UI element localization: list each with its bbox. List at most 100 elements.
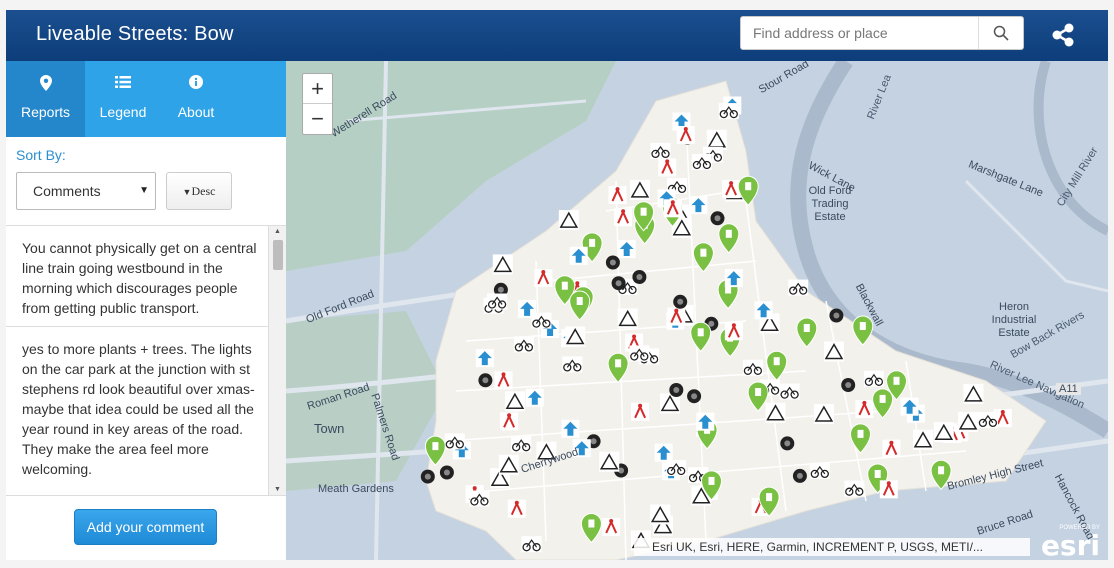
sort-select[interactable]: Comments ▼ <box>16 172 156 210</box>
report-marker[interactable] <box>913 429 933 450</box>
report-marker[interactable] <box>513 336 534 353</box>
report-marker[interactable] <box>669 383 684 397</box>
tab-legend[interactable]: Legend <box>85 61 161 137</box>
map-canvas[interactable] <box>286 61 1108 560</box>
report-marker[interactable] <box>420 469 435 484</box>
zoom-in-button[interactable]: + <box>303 74 332 104</box>
report-marker[interactable] <box>933 422 954 443</box>
map-view[interactable]: Wetherell Road Old Ford Road Roman Road … <box>286 61 1108 560</box>
scroll-down-icon[interactable]: ▼ <box>274 486 281 493</box>
report-marker[interactable] <box>511 436 532 453</box>
report-marker[interactable] <box>504 391 525 412</box>
report-marker[interactable] <box>666 460 687 476</box>
report-marker[interactable] <box>780 436 795 451</box>
report-marker[interactable] <box>691 154 712 170</box>
report-marker[interactable] <box>531 312 552 329</box>
search-input[interactable] <box>741 17 979 49</box>
list-icon <box>115 76 131 88</box>
tab-about[interactable]: About <box>161 61 231 137</box>
report-marker[interactable] <box>562 356 583 373</box>
report-marker[interactable] <box>492 254 513 275</box>
report-marker[interactable] <box>809 462 830 479</box>
report-marker[interactable] <box>617 308 638 329</box>
report-marker[interactable] <box>632 270 647 284</box>
report-marker[interactable] <box>687 389 702 404</box>
report-marker[interactable] <box>829 308 844 323</box>
zoom-out-button[interactable]: − <box>303 104 332 134</box>
report-marker[interactable] <box>525 388 544 407</box>
report-marker[interactable] <box>788 279 809 296</box>
report-marker[interactable] <box>742 359 763 376</box>
sort-order-label: Desc <box>191 184 216 198</box>
report-marker[interactable] <box>696 412 715 431</box>
report-marker[interactable] <box>765 402 786 423</box>
report-marker[interactable] <box>469 490 490 507</box>
report-marker[interactable] <box>882 439 901 458</box>
report-marker[interactable] <box>718 103 739 120</box>
report-marker[interactable] <box>977 411 998 428</box>
report-marker[interactable] <box>629 179 650 200</box>
report-marker[interactable] <box>439 465 454 480</box>
share-button[interactable] <box>1048 20 1078 50</box>
report-marker[interactable] <box>724 322 743 341</box>
report-marker[interactable] <box>558 210 579 231</box>
report-marker[interactable] <box>631 402 650 421</box>
report-marker[interactable] <box>602 518 621 536</box>
report-marker[interactable] <box>710 211 725 226</box>
report-marker[interactable] <box>500 412 519 431</box>
report-marker[interactable] <box>676 126 695 144</box>
report-marker[interactable] <box>879 480 898 499</box>
report-marker[interactable] <box>629 345 650 362</box>
report-marker[interactable] <box>599 451 620 472</box>
report-marker[interactable] <box>487 293 508 310</box>
report-marker[interactable] <box>855 399 874 418</box>
report-marker[interactable] <box>841 378 856 392</box>
report-marker[interactable] <box>494 371 513 390</box>
report-marker[interactable] <box>900 397 919 416</box>
comment-item: You cannot physically get on a central l… <box>6 226 268 327</box>
report-marker[interactable] <box>689 196 708 215</box>
report-marker[interactable] <box>608 186 627 205</box>
report-marker[interactable] <box>521 536 542 553</box>
add-comment-button[interactable]: Add your comment <box>74 509 217 545</box>
report-marker[interactable] <box>813 404 834 424</box>
report-marker[interactable] <box>498 454 519 475</box>
report-marker[interactable] <box>779 383 800 400</box>
tab-reports[interactable]: Reports <box>6 61 85 137</box>
search-icon <box>993 25 1009 41</box>
report-marker[interactable] <box>792 468 807 483</box>
report-marker[interactable] <box>844 480 865 497</box>
report-marker[interactable] <box>569 246 588 265</box>
scrollbar-thumb[interactable] <box>273 240 283 270</box>
report-marker[interactable] <box>650 504 671 525</box>
report-marker[interactable] <box>444 433 465 450</box>
report-marker[interactable] <box>611 276 626 291</box>
comment-scrollbar[interactable]: ▲ ▼ <box>268 226 286 495</box>
report-marker[interactable] <box>963 383 984 404</box>
report-marker[interactable] <box>478 373 493 388</box>
report-marker[interactable] <box>754 301 773 320</box>
scroll-up-icon[interactable]: ▲ <box>274 228 281 235</box>
report-marker[interactable] <box>658 158 677 177</box>
report-marker[interactable] <box>475 349 494 368</box>
report-marker[interactable] <box>650 142 671 159</box>
comment-list[interactable]: You cannot physically get on a central l… <box>6 225 286 496</box>
report-marker[interactable] <box>507 499 526 518</box>
report-marker[interactable] <box>824 341 844 362</box>
report-marker[interactable] <box>958 411 979 432</box>
report-marker[interactable] <box>724 269 743 288</box>
report-marker[interactable] <box>667 307 686 326</box>
report-marker[interactable] <box>663 199 682 218</box>
report-marker[interactable] <box>534 269 553 287</box>
report-marker[interactable] <box>614 208 633 227</box>
report-marker[interactable] <box>673 294 688 309</box>
report-marker[interactable] <box>617 240 636 258</box>
report-marker[interactable] <box>722 180 741 199</box>
search-button[interactable] <box>978 17 1023 49</box>
report-marker[interactable] <box>565 326 586 347</box>
report-marker[interactable] <box>863 370 884 387</box>
report-marker[interactable] <box>654 443 673 462</box>
report-marker[interactable] <box>561 419 580 438</box>
report-marker[interactable] <box>605 255 620 270</box>
sort-order-button[interactable]: ▼Desc <box>166 172 232 210</box>
